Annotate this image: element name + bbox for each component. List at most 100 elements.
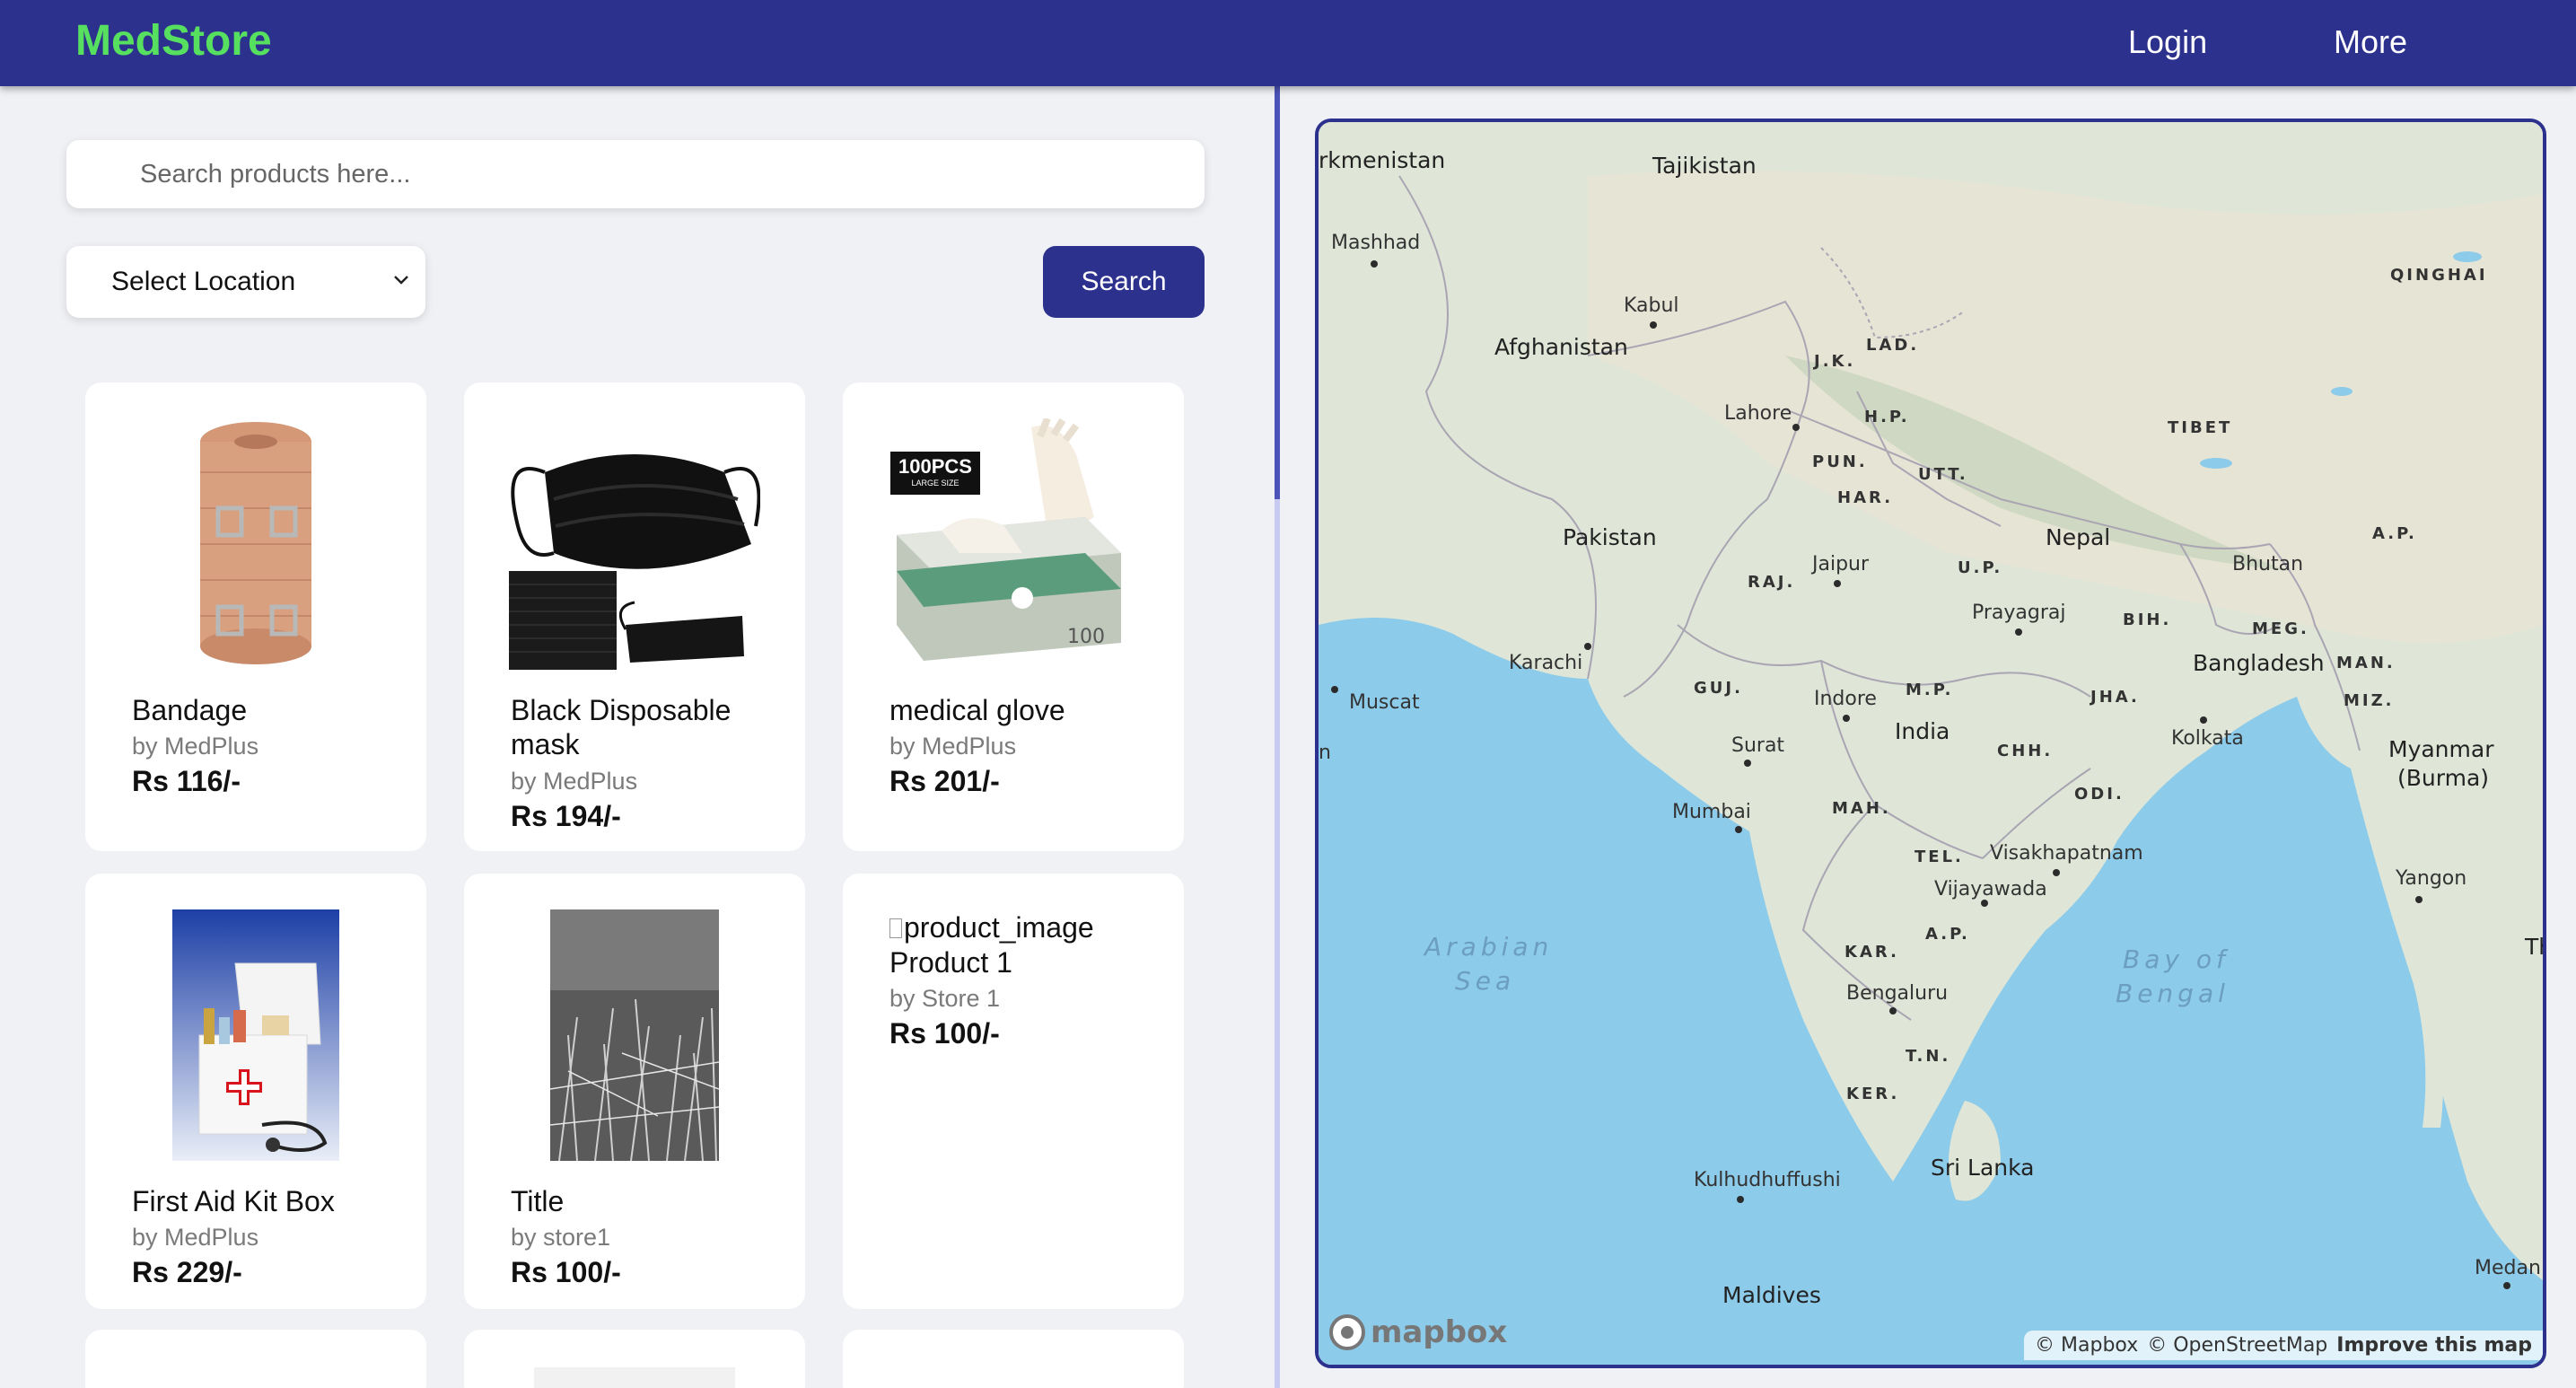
- attribution-osm-link[interactable]: © OpenStreetMap: [2147, 1334, 2327, 1357]
- product-title: medical glove: [889, 694, 1065, 726]
- attribution-mapbox-link[interactable]: © Mapbox: [2035, 1334, 2138, 1357]
- map-city-dot: [1834, 580, 1841, 587]
- map-label-state: MAH.: [1832, 799, 1891, 818]
- product-store: by MedPlus: [511, 768, 638, 795]
- map-city-dot: [1331, 686, 1338, 693]
- map-label-city: Medan: [2475, 1257, 2541, 1279]
- product-title: Title: [511, 1185, 565, 1217]
- map-label-city: Kabul: [1624, 294, 1679, 317]
- login-link[interactable]: Login: [2128, 23, 2207, 61]
- map-city-dot: [1737, 1196, 1744, 1203]
- map-label-water: Sea: [1455, 966, 1516, 996]
- map-label-country: Maldives: [1722, 1282, 1821, 1308]
- product-card[interactable]: 100 100PCS LARGE SIZE medical glove by M…: [843, 382, 1184, 851]
- map-label-city: Vijayawada: [1934, 878, 2047, 900]
- map-label-country: Sri Lanka: [1931, 1155, 2035, 1181]
- map-label-region: QINGHAI: [2390, 266, 2488, 285]
- map-label-country: India: [1895, 718, 1950, 744]
- scrollbar-thumb[interactable]: [1275, 86, 1280, 499]
- map-city-dot: [1843, 715, 1850, 722]
- product-price: Rs 100/-: [889, 1017, 1000, 1050]
- map-label-state: JHA.: [2090, 688, 2140, 707]
- search-input[interactable]: [66, 140, 1205, 208]
- product-card[interactable]: product_image Product 1 by Store 1 Rs 10…: [843, 874, 1184, 1309]
- map-label-state: UTT.: [1918, 465, 1968, 484]
- map-label-state: M.P.: [1906, 681, 1954, 699]
- map-label-city: n: [1319, 742, 1331, 764]
- mapbox-logo[interactable]: mapbox: [1329, 1314, 1507, 1350]
- map-city-dot: [2053, 869, 2060, 876]
- product-price: Rs 194/-: [511, 800, 621, 832]
- map-label-city: Yangon: [2396, 867, 2467, 890]
- map-city-dot: [1889, 1007, 1897, 1015]
- product-card[interactable]: [464, 1330, 805, 1388]
- product-store: by Store 1: [889, 985, 1001, 1012]
- map-label-city: Surat: [1731, 734, 1785, 757]
- product-pane: Select Location Search Bandage by MedPlu…: [0, 86, 1275, 1388]
- map-label-country: Th: [2525, 934, 2543, 960]
- product-image-partial: [534, 1367, 735, 1388]
- product-store: by MedPlus: [889, 733, 1017, 760]
- map-label-country: Tajikistan: [1652, 153, 1757, 179]
- map-city-dot: [1744, 760, 1751, 767]
- map-attribution: © Mapbox © OpenStreetMap Improve this ma…: [2024, 1331, 2543, 1360]
- product-title: First Aid Kit Box: [132, 1185, 335, 1217]
- map-label-state: MIZ.: [2344, 691, 2395, 710]
- map-label-country: Bangladesh: [2193, 650, 2325, 676]
- map-label-city: Prayagraj: [1972, 602, 2066, 624]
- map-label-state: PUN.: [1812, 452, 1868, 471]
- map-city-dot: [1981, 900, 1988, 907]
- map-label-country: Nepal: [2046, 524, 2111, 550]
- map-label-city: Lahore: [1724, 402, 1792, 425]
- broken-image-icon: [889, 918, 902, 938]
- map-label-city: Muscat: [1349, 691, 1420, 714]
- map-label-state: J.K.: [1814, 352, 1856, 371]
- mask-image: [509, 454, 760, 670]
- product-store: by MedPlus: [132, 733, 259, 760]
- map-city-dot: [2200, 716, 2207, 724]
- more-link[interactable]: More: [2334, 23, 2407, 61]
- product-card[interactable]: [843, 1330, 1184, 1388]
- map-label-country: (Burma): [2397, 765, 2490, 791]
- product-card[interactable]: Title by store1 Rs 100/-: [464, 874, 805, 1309]
- map-label-city: Jaipur: [1812, 553, 1870, 575]
- map-label-state: BIH.: [2123, 611, 2172, 629]
- search-button[interactable]: Search: [1043, 246, 1205, 318]
- product-price: Rs 229/-: [132, 1256, 242, 1288]
- gloves-box-sublabel: LARGE SIZE: [911, 479, 959, 488]
- map-label-city: Visakhapatnam: [1990, 842, 2143, 865]
- product-price: Rs 201/-: [889, 765, 1000, 797]
- gloves-image: 100 100PCS LARGE SIZE: [888, 418, 1139, 670]
- product-card[interactable]: Bandage by MedPlus Rs 116/-: [85, 382, 426, 851]
- broken-image: product_image: [889, 911, 1094, 944]
- product-title: Bandage: [132, 694, 248, 726]
- map-label-state: LAD.: [1866, 336, 1920, 355]
- product-card[interactable]: [85, 1330, 426, 1388]
- location-select-label: Select Location: [111, 267, 296, 296]
- map-label-city: Kulhudhuffushi: [1694, 1169, 1841, 1191]
- brand-logo[interactable]: MedStore: [75, 16, 272, 66]
- product-card[interactable]: First Aid Kit Box by MedPlus Rs 229/-: [85, 874, 426, 1309]
- mapbox-logo-text: mapbox: [1371, 1314, 1508, 1350]
- improve-map-link[interactable]: Improve this map: [2336, 1334, 2532, 1357]
- broken-image-alt: product_image: [904, 911, 1094, 944]
- map-city-dot: [2503, 1282, 2510, 1289]
- mapbox-logo-icon: [1329, 1314, 1365, 1350]
- location-select[interactable]: Select Location: [66, 246, 425, 318]
- navbar: MedStore Login More: [0, 0, 2576, 86]
- map-city-dot: [1584, 643, 1591, 650]
- map-label-city: Mashhad: [1331, 232, 1421, 254]
- map-label-state: A.P.: [2372, 524, 2417, 543]
- map-label-city: Bengaluru: [1846, 982, 1949, 1005]
- grass-photo-image: [550, 909, 719, 1161]
- product-card[interactable]: Black Disposable mask by MedPlus Rs 194/…: [464, 382, 805, 851]
- product-price: Rs 116/-: [132, 765, 241, 797]
- map[interactable]: rkmenistan Tajikistan Afghanistan Pakist…: [1315, 119, 2546, 1368]
- map-label-country: Bhutan: [2232, 553, 2304, 575]
- map-city-dot: [1792, 424, 1800, 431]
- map-label-country: Afghanistan: [1494, 334, 1628, 360]
- first-aid-kit-image: [172, 909, 339, 1161]
- map-city-dot: [1650, 321, 1657, 329]
- map-label-state: A.P.: [1925, 925, 1970, 944]
- map-label-city: Indore: [1814, 688, 1877, 710]
